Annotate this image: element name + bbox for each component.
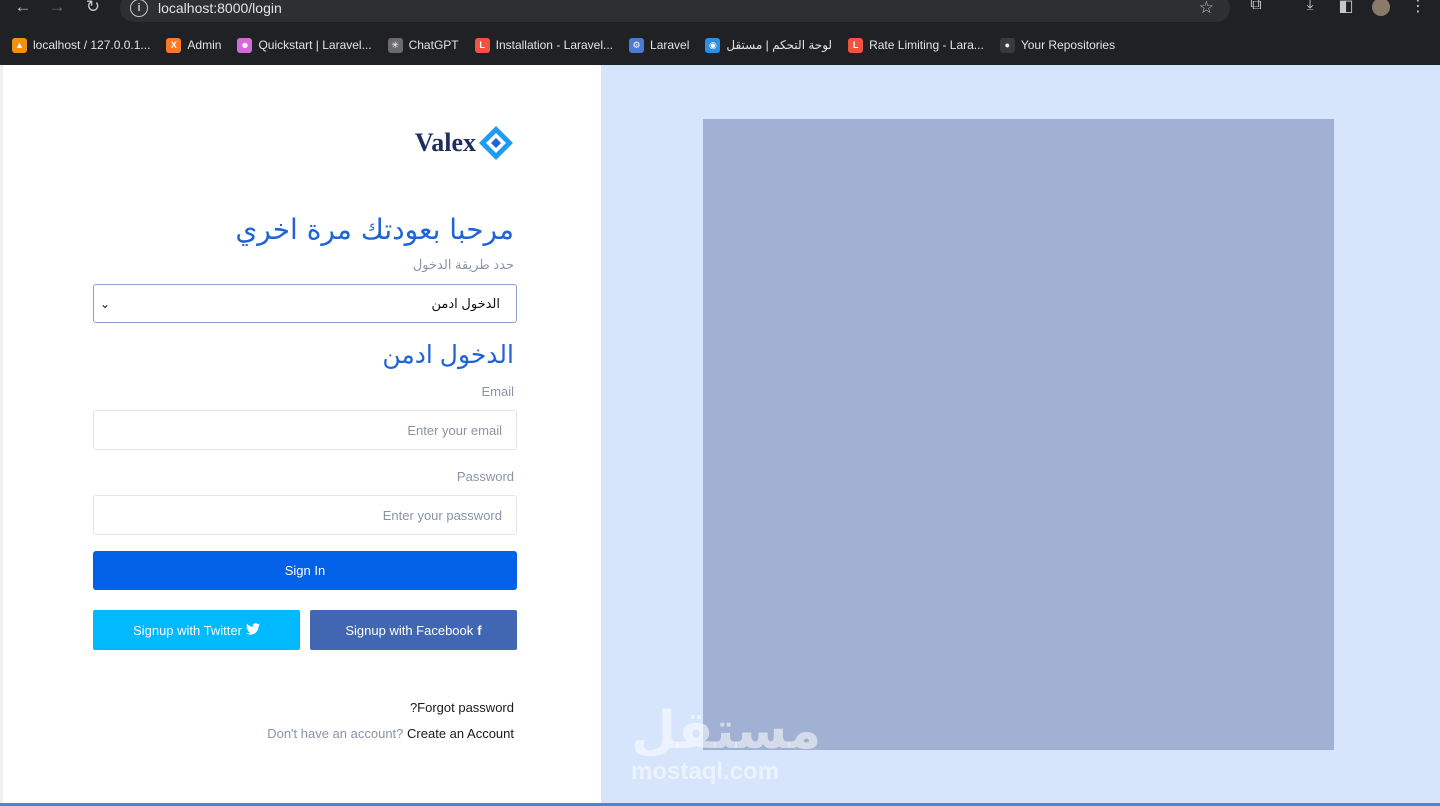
bookmark-favicon-icon: L (474, 37, 490, 53)
bookmark-label: localhost / 127.0.0.1... (33, 38, 151, 52)
bookmark-label: ChatGPT (408, 38, 459, 52)
email-field[interactable]: Enter your email (93, 410, 517, 450)
bookmark-favicon-icon: ⚙ (629, 37, 645, 53)
browser-toolbar: ← → ↻ i localhost:8000/login ☆ ⧉ ⤓ ◧ ⋮ (0, 0, 1440, 30)
extensions-icon[interactable]: ⧉ (1246, 0, 1266, 14)
login-method-value: الدخول ادمن (431, 295, 500, 311)
bookmark-label: Admin (187, 38, 222, 52)
login-method-select[interactable]: ⌄ الدخول ادمن (93, 284, 517, 323)
password-placeholder: Enter your password (382, 507, 502, 523)
bookmark-label: Your Repositories (1020, 38, 1116, 52)
bookmark-favicon-icon: ✳ (387, 37, 403, 53)
profile-avatar[interactable] (1372, 0, 1390, 16)
bookmark-item[interactable]: L Installation - Laravel... (474, 37, 614, 53)
watermark-latin: mostaql.com (631, 758, 780, 785)
bookmark-star-icon[interactable]: ☆ (1199, 0, 1214, 18)
password-field[interactable]: Enter your password (93, 495, 517, 535)
valex-diamond-icon (479, 126, 513, 160)
twitter-label: Signup with Twitter (133, 622, 242, 638)
bookmark-item[interactable]: ● Your Repositories (999, 37, 1116, 53)
bookmark-item[interactable]: ▲ localhost / 127.0.0.1... (12, 37, 151, 53)
admin-login-heading: الدخول ادمن (382, 341, 514, 369)
no-account-text: Don't have an account? (267, 726, 404, 741)
menu-icon[interactable]: ⋮ (1408, 0, 1428, 16)
url-text[interactable]: localhost:8000/login (158, 0, 282, 16)
sign-in-label: Sign In (284, 563, 326, 578)
bookmarks-bar: ▲ localhost / 127.0.0.1... X Admin ☻ Quicksta… (0, 33, 1131, 57)
welcome-title: مرحبا بعودتك مرة اخري (235, 213, 514, 246)
signup-line: Don't have an account? Create an Account (267, 726, 514, 741)
back-icon[interactable]: ← (12, 0, 34, 18)
sidepanel-icon[interactable]: ◧ (1336, 0, 1356, 16)
bookmark-label: لوحة التحكم | مستقل (726, 38, 833, 52)
address-bar[interactable]: i localhost:8000/login ☆ (120, 0, 1230, 22)
login-illustration (703, 119, 1334, 750)
illustration-panel: مستقل mostaql.com (601, 65, 1440, 806)
bookmark-item[interactable]: X Admin (166, 37, 222, 53)
download-icon[interactable]: ⤓ (1300, 0, 1320, 14)
email-label: Email (481, 384, 514, 399)
bookmark-item[interactable]: ⚙ Laravel (629, 37, 690, 53)
email-placeholder: Enter your email (407, 422, 502, 438)
login-method-label: حدد طريقة الدخول (412, 257, 514, 272)
facebook-label: Signup with Facebook (345, 622, 474, 638)
bookmark-favicon-icon: ▲ (12, 37, 27, 53)
reload-icon[interactable]: ↻ (82, 0, 104, 18)
signup-twitter-button[interactable]: Signup with Twitter (93, 610, 300, 650)
login-page: Valex مرحبا بعودتك مرة اخري حدد طريقة ال… (0, 65, 1440, 806)
password-label: Password (456, 469, 514, 484)
sign-in-button[interactable]: Sign In (93, 551, 517, 590)
bookmark-favicon-icon: X (166, 37, 182, 53)
forward-icon[interactable]: → (46, 0, 68, 18)
site-info-icon[interactable]: i (130, 0, 148, 17)
chevron-down-icon: ⌄ (100, 296, 111, 311)
bookmark-favicon-icon: ◉ (705, 37, 721, 53)
bookmark-label: Installation - Laravel... (495, 38, 614, 52)
bookmark-label: Laravel (650, 38, 690, 52)
bookmark-favicon-icon: L (848, 37, 864, 53)
twitter-icon (245, 622, 260, 638)
create-account-link[interactable]: Create an Account (407, 726, 514, 741)
bookmark-item[interactable]: L Rate Limiting - Lara... (848, 37, 984, 53)
bookmark-item[interactable]: ◉ لوحة التحكم | مستقل (705, 37, 833, 53)
brand-name: Valex (414, 128, 476, 157)
facebook-icon: f (477, 622, 482, 638)
bookmark-label: Quickstart | Laravel... (258, 38, 372, 52)
valex-logo[interactable]: Valex (415, 125, 514, 161)
bookmark-favicon-icon: ☻ (237, 37, 253, 53)
browser-chrome: ← → ↻ i localhost:8000/login ☆ ⧉ ⤓ ◧ ⋮ ▲… (0, 0, 1440, 65)
bookmark-item[interactable]: ✳ ChatGPT (387, 37, 459, 53)
bookmark-item[interactable]: ☻ Quickstart | Laravel... (237, 37, 372, 53)
bookmark-label: Rate Limiting - Lara... (869, 38, 984, 52)
signup-facebook-button[interactable]: Signup with Facebook f (310, 610, 517, 650)
mostaql-watermark: مستقل mostaql.com (631, 705, 821, 785)
login-panel: Valex مرحبا بعودتك مرة اخري حدد طريقة ال… (0, 65, 601, 806)
watermark-arabic: مستقل (631, 702, 822, 760)
forgot-password-link[interactable]: ?Forgot password (410, 700, 514, 715)
bookmark-favicon-icon: ● (999, 37, 1015, 53)
